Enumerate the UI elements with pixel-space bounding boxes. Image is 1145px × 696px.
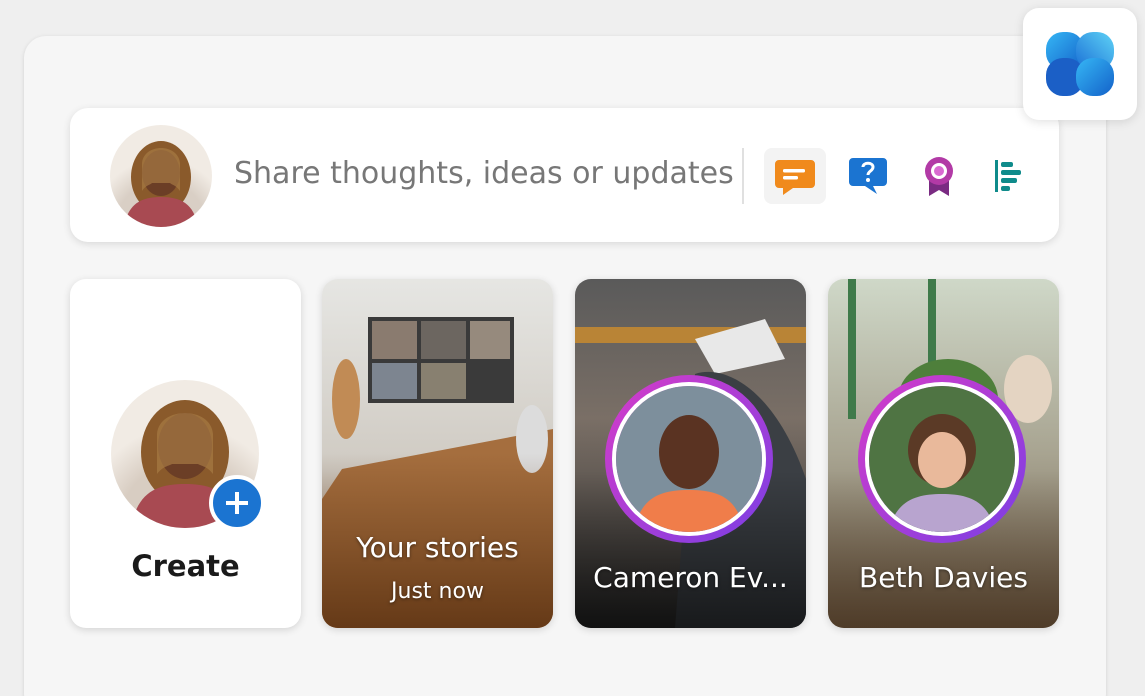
poll-icon bbox=[995, 160, 1021, 192]
question-button[interactable] bbox=[838, 148, 900, 204]
plus-icon bbox=[226, 492, 248, 514]
app-logo[interactable] bbox=[1023, 8, 1137, 120]
story-thumbnail bbox=[322, 279, 553, 628]
user-avatar[interactable] bbox=[110, 125, 212, 227]
story-title: Beth Davies bbox=[859, 561, 1028, 594]
story-timestamp: Just now bbox=[391, 579, 484, 604]
story-title: Your stories bbox=[356, 531, 519, 564]
composer-divider bbox=[742, 148, 744, 204]
composer-input[interactable]: Share thoughts, ideas or updates bbox=[234, 156, 734, 191]
poll-button[interactable] bbox=[978, 148, 1040, 204]
story-card-beth[interactable]: Beth Davies bbox=[828, 279, 1059, 628]
viva-engage-logo-icon bbox=[1046, 32, 1114, 96]
create-story-card[interactable]: Create bbox=[70, 279, 301, 628]
question-icon bbox=[849, 158, 887, 194]
story-avatar bbox=[616, 386, 762, 532]
discussion-icon bbox=[775, 160, 815, 195]
praise-button[interactable] bbox=[908, 148, 970, 204]
add-story-button[interactable] bbox=[209, 475, 265, 531]
praise-icon bbox=[925, 157, 953, 196]
create-story-label: Create bbox=[131, 549, 240, 583]
post-composer: Share thoughts, ideas or updates bbox=[70, 108, 1059, 242]
discussion-button[interactable] bbox=[764, 148, 826, 204]
story-title: Cameron Ev... bbox=[593, 561, 788, 594]
story-avatar bbox=[869, 386, 1015, 532]
story-card-cameron[interactable]: Cameron Ev... bbox=[575, 279, 806, 628]
story-card-your-stories[interactable]: Your stories Just now bbox=[322, 279, 553, 628]
story-avatar-ring bbox=[605, 375, 773, 543]
story-avatar-ring bbox=[858, 375, 1026, 543]
